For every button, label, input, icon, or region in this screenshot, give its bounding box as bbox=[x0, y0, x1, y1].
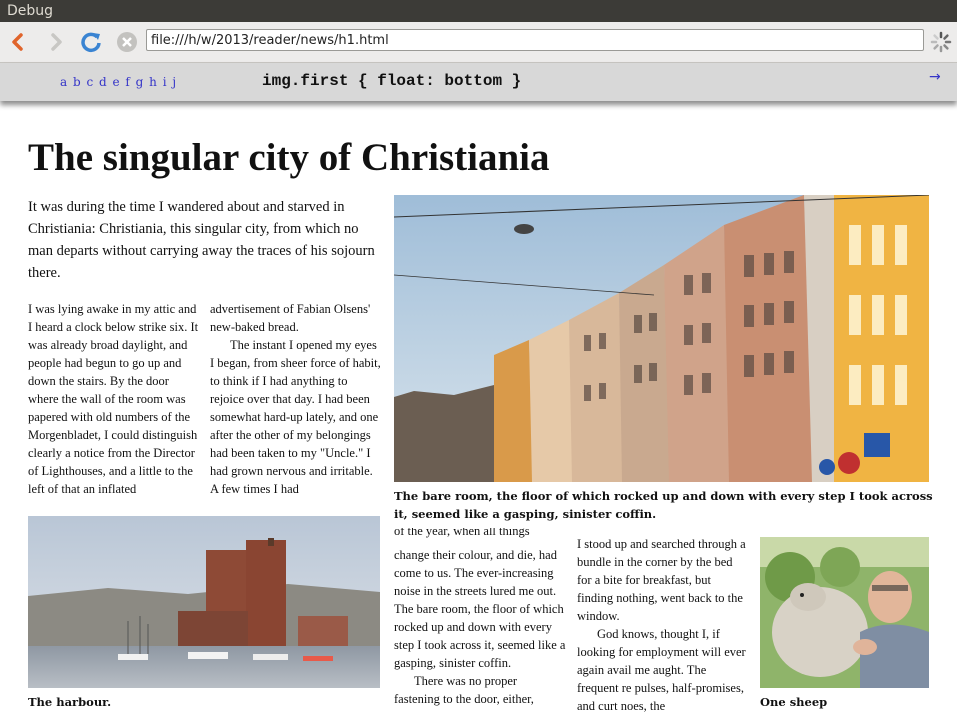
harbour-caption: The harbour. bbox=[28, 695, 112, 709]
column-2-paragraph-1: advertisement of Fabian Olsens' new-bake… bbox=[210, 302, 371, 334]
text-column-2: advertisement of Fabian Olsens' new-bake… bbox=[210, 300, 382, 516]
street-photo bbox=[394, 195, 929, 482]
text-column-3: of the year, when all things change thei… bbox=[394, 528, 566, 723]
article-intro: It was during the time I wandered about … bbox=[28, 199, 375, 281]
back-arrow-icon[interactable] bbox=[4, 28, 32, 56]
css-rule-label: img.first { float: bottom } bbox=[262, 72, 522, 90]
forward-arrow-icon[interactable] bbox=[42, 28, 70, 56]
text-column-4: I stood up and searched through a bundle… bbox=[577, 535, 749, 723]
main-photo-caption: The bare room, the floor of which rocked… bbox=[394, 489, 933, 521]
window-titlebar: Debug bbox=[0, 0, 957, 22]
debug-bar: a b c d e f g h i j img.first { float: b… bbox=[0, 63, 957, 101]
url-input[interactable]: file:///h/w/2013/reader/news/h1.html bbox=[146, 29, 924, 51]
column-4-paragraph-2: God knows, thought I, if looking for emp… bbox=[577, 627, 746, 713]
page-letter-links[interactable]: a b c d e f g h i j bbox=[60, 75, 176, 89]
column-1-paragraph: I was lying awake in my attic and I hear… bbox=[28, 302, 199, 496]
sheep-caption: One sheep bbox=[760, 695, 828, 709]
column-4-paragraph-1: I stood up and searched through a bundle… bbox=[577, 537, 746, 623]
spinner-icon bbox=[930, 31, 952, 53]
column-3-paragraph-1: change their colour, and die, had come t… bbox=[394, 548, 566, 670]
sheep-photo bbox=[760, 537, 929, 688]
next-arrow-link[interactable]: → bbox=[929, 69, 941, 85]
reload-icon[interactable] bbox=[77, 28, 105, 56]
text-column-1: I was lying awake in my attic and I hear… bbox=[28, 300, 200, 516]
browser-toolbar: file:///h/w/2013/reader/news/h1.html bbox=[0, 22, 957, 63]
column-3-clipped-line: of the year, when all things bbox=[394, 528, 530, 538]
harbour-photo bbox=[28, 516, 380, 688]
article-title: The singular city of Christiania bbox=[28, 136, 550, 179]
window-title: Debug bbox=[7, 3, 54, 19]
stop-icon[interactable] bbox=[113, 28, 141, 56]
column-2-paragraph-2: The instant I opened my eyes I began, fr… bbox=[210, 338, 381, 496]
column-3-paragraph-2: There was no proper fastening to the doo… bbox=[394, 674, 534, 706]
